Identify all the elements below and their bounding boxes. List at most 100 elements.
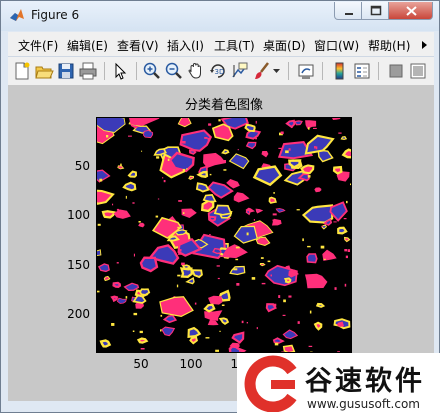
segment-region: [315, 188, 321, 192]
toolbar-separator: [136, 62, 137, 80]
segment-speck: [218, 119, 220, 121]
segment-speck: [219, 331, 221, 332]
x-tick-label: 50: [123, 357, 159, 371]
segment-speck: [132, 202, 134, 203]
brush-dropdown-icon[interactable]: [273, 69, 280, 74]
segment-speck: [161, 315, 163, 317]
segment-region: [246, 125, 255, 131]
segment-speck: [134, 254, 135, 257]
segment-speck: [242, 321, 244, 323]
toolbar-separator: [104, 62, 105, 80]
menu-overflow-icon[interactable]: [421, 40, 429, 50]
segment-region: [210, 217, 216, 221]
segment-speck: [344, 218, 347, 219]
segment-speck: [346, 201, 348, 203]
segment-speck: [134, 313, 138, 315]
segment-speck: [324, 259, 326, 260]
hide-plot-tools-icon[interactable]: [386, 61, 406, 81]
segment-speck: [346, 256, 348, 259]
segment-region: [140, 289, 149, 295]
new-figure-icon[interactable]: [12, 61, 32, 81]
segment-speck: [156, 216, 159, 218]
close-icon: [389, 2, 434, 20]
segment-speck: [333, 221, 336, 222]
segment-region: [190, 337, 197, 343]
segment-speck: [345, 284, 347, 287]
menu-file[interactable]: 文件(F): [18, 37, 58, 54]
menu-desktop[interactable]: 桌面(D): [263, 37, 306, 54]
open-file-icon[interactable]: [34, 61, 54, 81]
pan-hand-icon[interactable]: [186, 61, 206, 81]
segment-speck: [278, 295, 280, 298]
segment-speck: [256, 121, 257, 124]
segment-region: [289, 161, 300, 168]
segment-speck: [268, 261, 271, 263]
segment-speck: [273, 192, 274, 194]
segment-speck: [120, 164, 122, 167]
menu-window[interactable]: 窗口(W): [314, 37, 359, 54]
segment-speck: [321, 246, 325, 249]
segment-speck: [314, 146, 316, 149]
segment-region: [114, 283, 120, 287]
segment-speck: [309, 346, 313, 347]
segment-speck: [177, 285, 178, 288]
segment-speck: [133, 331, 135, 333]
title-bar[interactable]: Figure 6: [1, 1, 439, 31]
menu-tools[interactable]: 工具(T): [214, 37, 255, 54]
menu-bar: 文件(F) 编辑(E) 查看(V) 插入(I) 工具(T) 桌面(D) 窗口(W…: [8, 32, 434, 57]
segment-speck: [235, 259, 238, 260]
zoom-out-icon[interactable]: [164, 61, 184, 81]
rotate-3d-icon[interactable]: 3D: [208, 61, 228, 81]
segment-speck: [313, 128, 317, 129]
segment-speck: [141, 151, 142, 152]
segment-speck: [224, 160, 226, 163]
segment-speck: [111, 323, 114, 326]
close-button[interactable]: [388, 2, 433, 20]
menu-insert[interactable]: 插入(I): [167, 37, 204, 54]
print-icon[interactable]: [78, 61, 98, 81]
segment-speck: [181, 263, 185, 266]
figure-toolbar: 3D: [8, 57, 434, 86]
show-plot-tools-icon[interactable]: [408, 61, 428, 81]
toolbar-separator: [288, 62, 289, 80]
minimize-button[interactable]: [334, 2, 362, 20]
maximize-button[interactable]: [361, 2, 389, 20]
zoom-in-icon[interactable]: [142, 61, 162, 81]
segment-speck: [117, 262, 119, 263]
save-icon[interactable]: [56, 61, 76, 81]
edit-plot-arrow-icon[interactable]: [110, 61, 130, 81]
menu-view[interactable]: 查看(V): [117, 37, 159, 54]
segment-region: [143, 130, 152, 137]
segment-speck: [178, 200, 182, 202]
link-plot-icon[interactable]: [296, 61, 316, 81]
segment-speck: [233, 268, 237, 270]
menu-edit[interactable]: 编辑(E): [67, 37, 108, 54]
segment-region: [338, 228, 346, 234]
segment-region: [285, 278, 290, 282]
segment-speck: [186, 168, 188, 169]
segment-speck: [308, 127, 310, 129]
menu-help[interactable]: 帮助(H): [368, 37, 410, 54]
segmented-image[interactable]: [96, 117, 352, 353]
segment-region: [213, 249, 221, 254]
segment-region: [139, 339, 147, 343]
segment-region: [103, 211, 114, 217]
legend-icon[interactable]: [352, 61, 372, 81]
segment-speck: [204, 137, 207, 139]
segment-speck: [345, 177, 346, 178]
brush-icon[interactable]: [252, 61, 272, 81]
colorbar-icon[interactable]: [330, 61, 350, 81]
segment-region: [223, 150, 229, 154]
segment-speck: [308, 175, 311, 178]
data-cursor-icon[interactable]: [230, 61, 250, 81]
toolbar-separator: [322, 62, 323, 80]
watermark: 谷速软件 www.gususoft.com: [237, 353, 440, 414]
segment-speck: [261, 257, 264, 259]
segment-speck: [241, 198, 243, 200]
toolbar-separator: [378, 62, 379, 80]
window-title: Figure 6: [31, 8, 79, 22]
segment-speck: [285, 150, 289, 153]
minimize-icon: [335, 2, 363, 20]
segment-speck: [247, 322, 248, 323]
segment-speck: [254, 219, 255, 221]
